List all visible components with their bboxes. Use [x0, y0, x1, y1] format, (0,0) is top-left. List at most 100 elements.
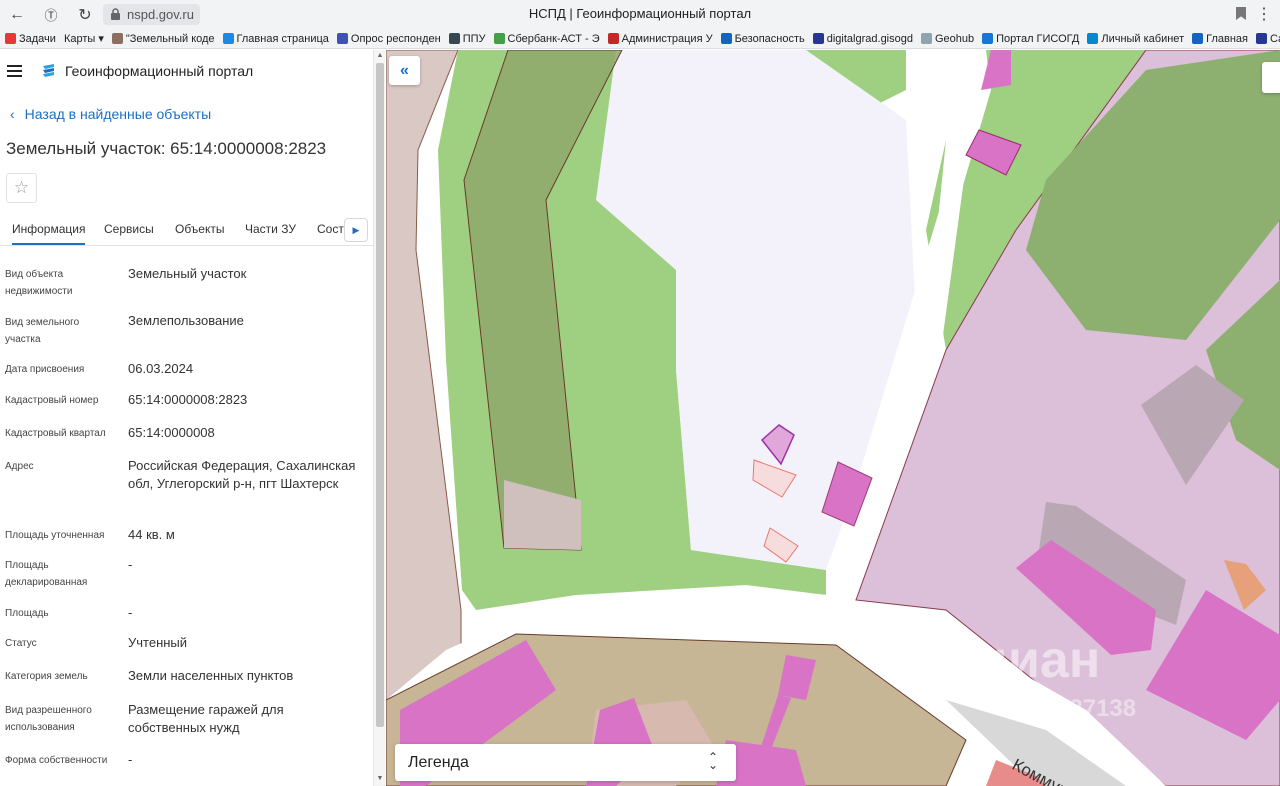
bookmark-favicon-icon [982, 33, 994, 44]
yandex-logo-icon[interactable]: Ⓣ [34, 0, 68, 29]
bookmark-label: Опрос респонден [350, 32, 441, 45]
bookmark-label: Сбербанк-АСТ - Э [507, 32, 600, 45]
prop-value-cadastral-quarter: 65:14:0000008 [128, 425, 215, 440]
bookmark-icon[interactable] [1236, 7, 1246, 20]
prop-value-area-refined: 44 кв. м [128, 527, 175, 542]
bookmark-label: Главная [1206, 32, 1248, 45]
prop-label-address: Адрес [5, 461, 34, 472]
prop-value-object-type: Земельный участок [128, 266, 247, 281]
bookmark-item[interactable]: Карты ▾ [64, 32, 104, 45]
bookmark-favicon-icon [1087, 33, 1099, 44]
bookmark-label: Главная страница [236, 32, 329, 45]
map-canvas[interactable] [386, 50, 1280, 786]
prop-value-area-declared: - [128, 557, 133, 572]
scroll-thumb[interactable] [376, 63, 384, 727]
tab-objects[interactable]: Объекты [175, 222, 225, 236]
tab-services[interactable]: Сервисы [104, 222, 154, 236]
bookmark-label: Личный кабинет [1101, 32, 1185, 45]
prop-label-permitted-use: Вид разрешенного использования [5, 705, 92, 733]
bookmark-favicon-icon [111, 33, 123, 44]
prop-value-status: Учтенный [128, 635, 188, 650]
back-to-results-link[interactable]: ‹ Назад в найденные объекты [10, 106, 211, 122]
collapse-panel-icon[interactable]: « [389, 56, 420, 85]
prop-label-cadastral-number: Кадастровый номер [5, 395, 99, 406]
tab-parcel-parts[interactable]: Части ЗУ [245, 222, 296, 236]
portal-name: Геоинформационный портал [65, 63, 254, 79]
prop-value-area: - [128, 605, 133, 620]
prop-label-area: Площадь [5, 608, 49, 619]
bookmark-favicon-icon [607, 33, 619, 44]
bookmark-favicon-icon [5, 33, 16, 44]
map-view[interactable]: « циан 317527138 Коммунис Легенда ⌃ ⌄ [386, 50, 1280, 786]
bookmark-favicon-icon [222, 33, 234, 44]
bookmark-label: Портал ГИСОГД [996, 32, 1080, 45]
prop-value-land-category: Земли населенных пунктов [128, 668, 294, 683]
prop-label-ownership-form: Форма собственности [5, 755, 108, 766]
bookmark-item[interactable]: Опрос респонден [336, 32, 441, 45]
watermark-logo: циан [976, 631, 1101, 689]
bookmark-item[interactable]: Безопасность [720, 32, 805, 45]
scroll-up-icon[interactable]: ▲ [376, 52, 384, 60]
favorite-star-icon[interactable]: ☆ [6, 173, 37, 203]
panel-scrollbar[interactable]: ▲ ▼ [373, 50, 385, 786]
bookmark-favicon-icon [493, 33, 505, 44]
bookmark-item[interactable]: Задачи [5, 33, 56, 45]
prop-label-status: Статус [5, 638, 37, 649]
address-bar[interactable]: nspd.gov.ru [103, 4, 200, 25]
prop-label-area-declared: Площадь декларированная [5, 560, 88, 588]
tab-information[interactable]: Информация [12, 222, 86, 245]
bookmarks-bar: Задачи Карты ▾ "Земельный коде Главная стра… [0, 29, 1280, 49]
menu-icon[interactable] [7, 65, 22, 77]
bookmark-item[interactable]: Главная [1192, 33, 1248, 45]
bookmark-label: Карты ▾ [63, 33, 104, 45]
bookmark-favicon-icon [1192, 33, 1204, 44]
bookmark-item[interactable]: Geohub [920, 32, 975, 45]
bookmark-label: Администрация У [621, 32, 713, 45]
reload-icon[interactable]: ↻ [68, 0, 102, 29]
prop-label-area-refined: Площадь уточненная [5, 530, 105, 541]
bookmark-label: Безопасность [734, 32, 805, 45]
bookmark-item[interactable]: Администрация У [607, 32, 713, 45]
map-tools-button[interactable] [1262, 62, 1280, 93]
bookmark-item[interactable]: Са [1255, 33, 1280, 45]
object-title: Земельный участок: 65:14:0000008:2823 [6, 139, 327, 158]
bookmark-item[interactable]: Портал ГИСОГД [982, 33, 1079, 45]
scroll-down-icon[interactable]: ▼ [376, 775, 384, 783]
watermark-id: 317527138 [1016, 695, 1137, 722]
bookmark-item[interactable]: Сбербанк-АСТ - Э [493, 32, 600, 45]
portal-logo-icon [43, 64, 54, 77]
bookmark-label: Задачи [19, 32, 56, 45]
legend-dropdown[interactable]: Легенда ⌃ ⌄ [395, 744, 736, 781]
prop-label-parcel-type: Вид земельного участка [5, 317, 80, 345]
bookmark-item[interactable]: "Земельный коде [111, 32, 215, 45]
prop-value-parcel-type: Землепользование [128, 313, 244, 328]
bookmark-item[interactable]: Главная страница [222, 32, 329, 45]
prop-value-cadastral-number: 65:14:0000008:2823 [128, 392, 248, 407]
prop-label-assign-date: Дата присвоения [5, 364, 85, 375]
bookmark-item[interactable]: ППУ [448, 33, 486, 45]
bookmark-label: Geohub [934, 32, 975, 45]
prop-value-ownership-form: - [128, 752, 133, 767]
bookmark-favicon-icon [448, 33, 460, 44]
bookmark-favicon-icon [720, 33, 732, 44]
prop-label-land-category: Категория земель [5, 671, 88, 682]
sort-arrows-icon: ⌃ ⌄ [707, 750, 718, 772]
bookmark-label: "Земельный коде [125, 32, 215, 45]
back-arrow-icon[interactable]: ← [0, 0, 34, 29]
more-icon[interactable]: ⋮ [1256, 4, 1272, 24]
bookmark-label: digitalgrad.gisogd [826, 32, 913, 45]
object-info-panel: Геоинформационный портал ‹ Назад в найде… [0, 50, 373, 786]
prop-value-address: Российская Федерация, Сахалинская обл, У… [128, 458, 356, 491]
bookmark-favicon-icon [812, 33, 824, 44]
prop-value-permitted-use: Размещение гаражей для собственных нужд [128, 702, 284, 735]
back-link-label: Назад в найденные объекты [24, 106, 212, 122]
info-tabs: Информация Сервисы Объекты Части ЗУ Сост… [0, 217, 373, 246]
bookmark-favicon-icon [336, 33, 348, 44]
bookmark-item[interactable]: digitalgrad.gisogd [812, 32, 913, 45]
bookmark-favicon-icon [1255, 33, 1267, 44]
tabs-scroll-right-icon[interactable]: ▶ [344, 218, 368, 242]
browser-toolbar: ← Ⓣ ↻ nspd.gov.ru НСПД | Геоинформационн… [0, 0, 1280, 29]
prop-label-cadastral-quarter: Кадастровый квартал [5, 428, 106, 439]
bookmark-item[interactable]: Личный кабинет [1087, 33, 1184, 45]
chevron-left-icon: ‹ [10, 106, 15, 122]
